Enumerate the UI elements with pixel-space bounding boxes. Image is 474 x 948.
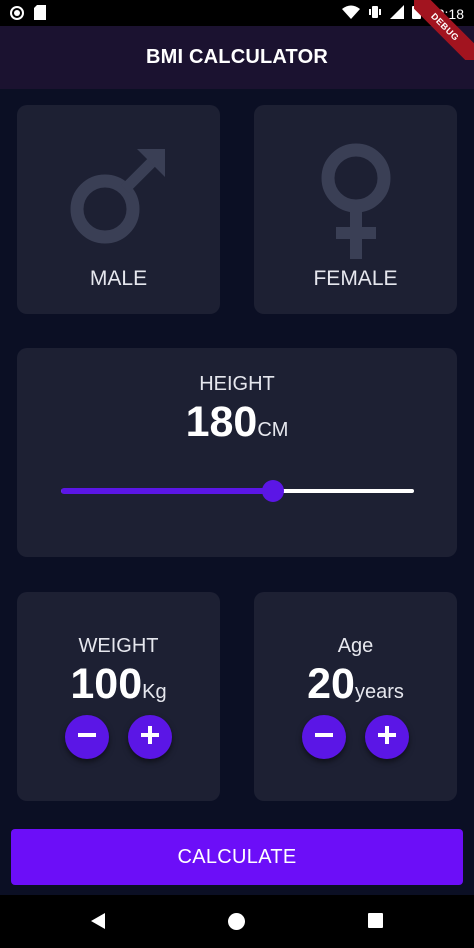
back-icon[interactable] xyxy=(89,912,107,935)
height-slider-thumb[interactable] xyxy=(261,480,284,502)
height-card: HEIGHT 180CM xyxy=(17,348,457,557)
height-slider-active xyxy=(61,488,273,494)
navigation-bar xyxy=(0,895,474,948)
plus-icon xyxy=(376,724,398,751)
vibrate-icon xyxy=(368,5,382,24)
age-label: Age xyxy=(337,635,374,657)
circle-record-icon xyxy=(10,5,24,25)
age-value-row: 20years xyxy=(254,660,457,709)
calculate-button[interactable]: CALCULATE xyxy=(11,829,463,885)
female-label: FEMALE xyxy=(313,267,398,290)
debug-banner: DEBUG xyxy=(414,0,474,60)
minus-icon xyxy=(313,724,335,751)
female-icon xyxy=(316,143,396,266)
age-unit: years xyxy=(354,681,404,703)
weight-increment-button[interactable] xyxy=(128,715,172,759)
debug-banner-container: DEBUG xyxy=(414,0,474,60)
age-increment-button[interactable] xyxy=(365,715,409,759)
recents-icon[interactable] xyxy=(367,912,384,934)
minus-icon xyxy=(76,724,98,751)
height-value-row: 180CM xyxy=(17,398,457,447)
height-unit: CM xyxy=(257,419,289,441)
weight-decrement-button[interactable] xyxy=(65,715,109,759)
weight-value: 100 xyxy=(70,660,143,708)
weight-label: WEIGHT xyxy=(78,635,159,657)
male-card[interactable]: MALE xyxy=(17,105,220,314)
weight-card: WEIGHT 100Kg xyxy=(17,592,220,801)
home-icon[interactable] xyxy=(227,912,246,936)
male-label: MALE xyxy=(89,267,148,290)
height-value: 180 xyxy=(185,398,258,446)
sd-card-icon xyxy=(34,5,46,25)
status-bar: 12:18 xyxy=(0,0,474,26)
female-card[interactable]: FEMALE xyxy=(254,105,457,314)
page-title: BMI CALCULATOR xyxy=(145,46,329,68)
age-decrement-button[interactable] xyxy=(302,715,346,759)
age-value: 20 xyxy=(307,660,355,708)
cell-signal-icon xyxy=(389,4,404,24)
weight-unit: Kg xyxy=(142,681,167,703)
wifi-icon xyxy=(341,5,360,24)
height-label: HEIGHT xyxy=(199,373,275,395)
age-card: Age 20years xyxy=(254,592,457,801)
app-bar: BMI CALCULATOR xyxy=(0,26,474,89)
weight-value-row: 100Kg xyxy=(17,660,220,709)
male-icon xyxy=(67,143,171,252)
plus-icon xyxy=(139,724,161,751)
